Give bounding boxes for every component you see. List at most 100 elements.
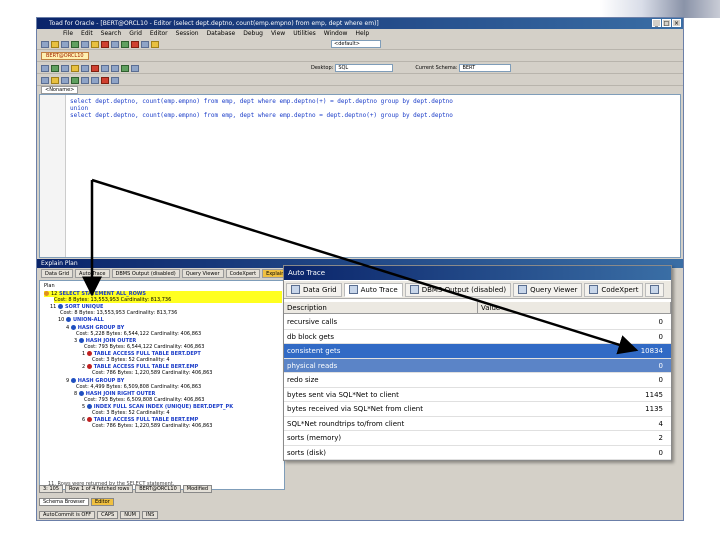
editor-icon[interactable] [81, 40, 89, 48]
menu-debug[interactable]: Debug [243, 29, 263, 38]
tab-data-grid[interactable]: Data Grid [286, 282, 342, 297]
minimize-button[interactable]: _ [652, 19, 661, 27]
sql-editor[interactable]: select dept.deptno, count(emp.empno) fro… [39, 94, 681, 258]
codexpert-icon [589, 285, 599, 294]
toolbar-icon-h[interactable] [111, 76, 119, 84]
session-icon[interactable] [101, 40, 109, 48]
plan-stats: Cost: 793 Bytes: 6,509,808 Cardinality: … [84, 397, 205, 403]
ins-indicator: INS [141, 511, 159, 519]
toolbar-icon-d[interactable] [71, 76, 79, 84]
row-value: 0 [658, 376, 663, 384]
row-value: 2 [658, 434, 663, 442]
tab-auto-trace[interactable]: Auto Trace [343, 282, 403, 297]
hash-join-icon [78, 391, 84, 396]
menu-utilities[interactable]: Utilities [293, 29, 316, 38]
hash-join-icon [78, 338, 84, 343]
row-value: 0 [658, 448, 663, 457]
save-icon[interactable] [61, 40, 69, 48]
explain-icon[interactable] [61, 64, 69, 72]
tab-dbms-output[interactable]: DBMS Output (disabled) [111, 269, 180, 278]
tab-data-grid[interactable]: Data Grid [41, 269, 74, 278]
desktop-combo[interactable]: SQL [335, 64, 394, 72]
tool-icon[interactable] [141, 40, 149, 48]
open-icon[interactable] [51, 40, 59, 48]
table-row[interactable]: SQL*Net roundtrips to/from client 4 [284, 417, 671, 431]
options-icon[interactable] [111, 40, 119, 48]
table-row[interactable]: redo size 0 [284, 373, 671, 388]
table-row[interactable]: sorts (disk) 0 [284, 446, 671, 460]
main-toolbar: <default> [37, 39, 683, 50]
auto-trace-tabs: Data Grid Auto Trace DBMS Output (disabl… [284, 281, 671, 299]
menu-grid[interactable]: Grid [129, 29, 142, 38]
menu-edit[interactable]: Edit [81, 29, 93, 38]
toolbar-icon-a[interactable] [41, 76, 49, 84]
toolbar-icon-f[interactable] [91, 76, 99, 84]
rollback-icon[interactable] [131, 40, 139, 48]
run-script-icon[interactable] [51, 64, 59, 72]
plan-line[interactable]: 10 UNION-ALL [58, 317, 104, 323]
table-row[interactable]: sorts (memory) 2 [284, 431, 671, 446]
editor-tab-noname[interactable]: <Noname> [41, 86, 79, 94]
toolbar-icon-c[interactable] [61, 76, 69, 84]
taskbar-schema-browser[interactable]: Schema Browser [39, 498, 89, 506]
editor-gutter [40, 95, 66, 257]
row-description: db block gets [287, 332, 335, 341]
toolbar-icon-g[interactable] [101, 76, 109, 84]
table-row[interactable]: bytes received via SQL*Net from client 11… [284, 402, 671, 417]
chart-button[interactable] [645, 282, 665, 297]
plan-stats: Cost: 5,228 Bytes: 6,544,122 Cardinality… [76, 331, 202, 337]
toolbar-icon-b[interactable] [51, 76, 59, 84]
menu-window[interactable]: Window [324, 29, 348, 38]
toolbar-icon-e[interactable] [81, 76, 89, 84]
sql-modeler-icon[interactable] [91, 40, 99, 48]
tab-query-viewer[interactable]: Query Viewer [181, 269, 224, 278]
save-file-icon[interactable] [81, 64, 89, 72]
connection-tab[interactable]: BERT@ORCL10 [41, 52, 89, 60]
table-row[interactable]: consistent gets 10834 [284, 344, 671, 359]
current-schema-combo[interactable]: BERT [459, 64, 512, 72]
tab-auto-trace[interactable]: Auto Trace [75, 269, 110, 278]
menu-help[interactable]: Help [355, 29, 369, 38]
menu-database[interactable]: Database [207, 29, 236, 38]
stop-icon[interactable] [91, 64, 99, 72]
menu-search[interactable]: Search [101, 29, 122, 38]
highlighted-tool-icon[interactable] [151, 40, 159, 48]
menu-file[interactable]: File [63, 29, 73, 38]
schema-browser-icon[interactable] [71, 40, 79, 48]
redo-icon[interactable] [111, 64, 119, 72]
find-icon[interactable] [121, 64, 129, 72]
table-row[interactable]: physical reads 0 [284, 358, 671, 373]
replace-icon[interactable] [131, 64, 139, 72]
close-button[interactable]: × [672, 19, 681, 27]
format-icon[interactable] [71, 64, 79, 72]
commit-icon[interactable] [121, 40, 129, 48]
table-row[interactable]: recursive calls 0 [284, 315, 671, 330]
grid-icon [291, 285, 300, 294]
undo-icon[interactable] [101, 64, 109, 72]
tab-codexpert[interactable]: CodeXpert [225, 269, 261, 278]
tab-label: DBMS Output (disabled) [421, 285, 507, 294]
maximize-button[interactable]: □ [662, 19, 671, 27]
plan-stats: Cost: 8 Bytes: 13,553,953 Cardinality: 8… [60, 310, 178, 316]
tab-label: Query Viewer [530, 285, 578, 294]
column-description[interactable]: Description [284, 302, 478, 313]
execute-icon[interactable] [41, 64, 49, 72]
table-row[interactable]: bytes sent via SQL*Net to client 1145 [284, 388, 671, 402]
schema-combo[interactable]: <default> [331, 40, 381, 48]
new-connection-icon[interactable] [41, 40, 49, 48]
menu-view[interactable]: View [271, 29, 285, 38]
menu-session[interactable]: Session [176, 29, 199, 38]
menu-editor[interactable]: Editor [150, 29, 168, 38]
plan-stats: Cost: 793 Bytes: 6,544,122 Cardinality: … [84, 344, 205, 350]
column-value[interactable]: Value [478, 302, 671, 313]
tab-dbms-output[interactable]: DBMS Output (disabled) [404, 282, 512, 297]
row-value: 1145 [645, 390, 663, 399]
taskbar-editor[interactable]: Editor [90, 498, 114, 506]
plan-stats: Cost: 3 Bytes: 52 Cardinality: 4 [92, 410, 170, 416]
table-row[interactable]: db block gets 0 [284, 330, 671, 344]
autocommit-status: AutoCommit is OFF [39, 511, 96, 519]
tab-codexpert[interactable]: CodeXpert [584, 282, 644, 297]
plan-label: Plan [44, 283, 55, 289]
auto-trace-panel: Auto Trace Data Grid Auto Trace DBMS Out… [283, 265, 672, 461]
tab-query-viewer[interactable]: Query Viewer [513, 282, 583, 297]
